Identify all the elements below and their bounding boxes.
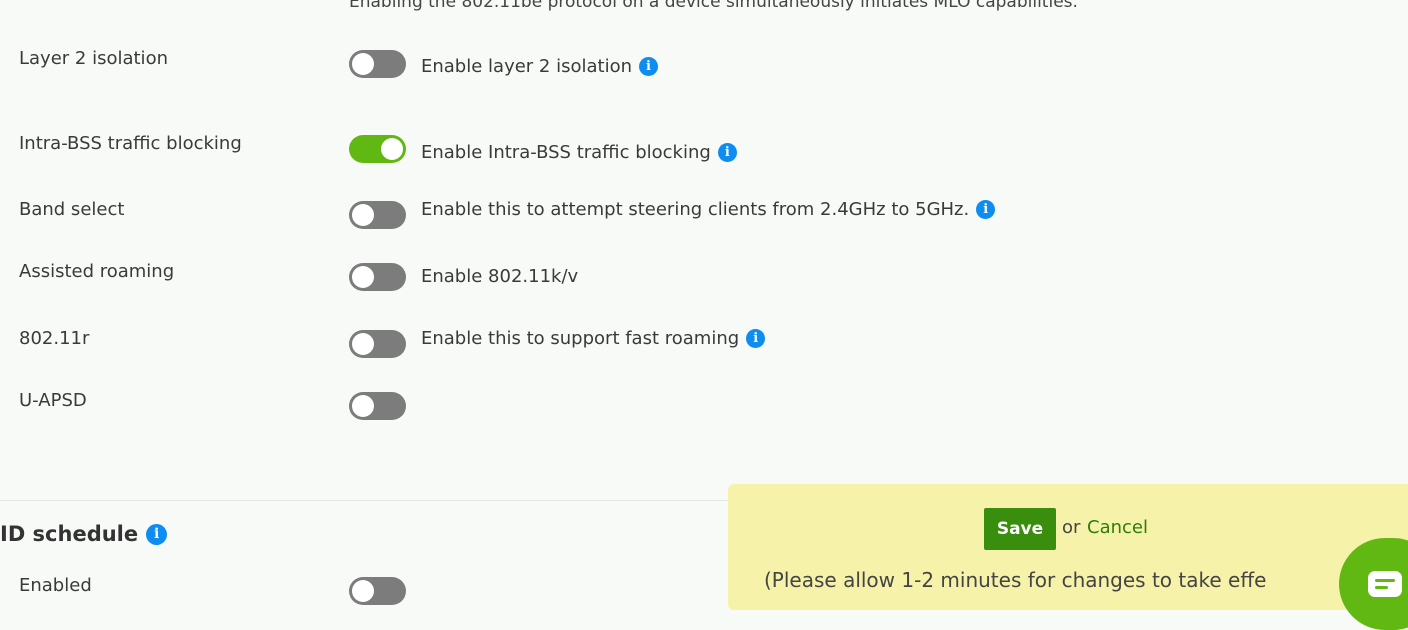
toggle-knob	[352, 333, 374, 355]
fast-roaming-toggle[interactable]	[349, 330, 406, 358]
schedule-section-title: ID schedule i	[0, 522, 168, 546]
fast-roaming-label: 802.11r	[19, 328, 90, 349]
info-icon[interactable]: i	[746, 329, 766, 348]
layer2-isolation-label: Layer 2 isolation	[19, 48, 168, 69]
u-apsd-label: U-APSD	[19, 390, 87, 411]
layer2-isolation-toggle[interactable]	[349, 50, 406, 78]
fast-roaming-desc-text: Enable this to support fast roaming	[421, 328, 740, 349]
info-icon[interactable]: i	[976, 200, 996, 219]
or-text: or	[1062, 517, 1081, 538]
fast-roaming-desc: Enable this to support fast roaming i	[421, 328, 766, 349]
toggle-knob	[381, 138, 403, 160]
schedule-title-text: ID schedule	[0, 522, 139, 546]
toggle-knob	[352, 204, 374, 226]
save-bar: Save or Cancel (Please allow 1-2 minutes…	[728, 484, 1408, 610]
info-icon[interactable]: i	[639, 57, 658, 76]
intra-bss-desc: Enable Intra-BSS traffic blocking i	[421, 142, 737, 163]
mlo-note: Enabling the 802.11be protocol on a devi…	[349, 0, 1078, 12]
assisted-roaming-desc: Enable 802.11k/v	[421, 266, 578, 287]
intra-bss-desc-text: Enable Intra-BSS traffic blocking	[421, 142, 711, 163]
toggle-knob	[352, 266, 374, 288]
cancel-link[interactable]: Cancel	[1087, 517, 1148, 538]
schedule-enabled-toggle[interactable]	[349, 577, 406, 605]
intra-bss-label: Intra-BSS traffic blocking	[19, 133, 242, 154]
assisted-roaming-toggle[interactable]	[349, 263, 406, 291]
assisted-roaming-label: Assisted roaming	[19, 261, 175, 282]
chat-icon	[1368, 571, 1402, 597]
band-select-toggle[interactable]	[349, 201, 406, 229]
schedule-enabled-label: Enabled	[19, 575, 92, 596]
toggle-knob	[352, 580, 374, 602]
u-apsd-toggle[interactable]	[349, 392, 406, 420]
section-divider	[0, 500, 728, 501]
band-select-desc-text: Enable this to attempt steering clients …	[421, 199, 970, 220]
toggle-knob	[352, 395, 374, 417]
toggle-knob	[352, 53, 374, 75]
layer2-isolation-desc: Enable layer 2 isolation i	[421, 56, 658, 77]
info-icon[interactable]: i	[146, 523, 168, 545]
band-select-label: Band select	[19, 199, 125, 220]
assisted-roaming-desc-text: Enable 802.11k/v	[421, 266, 579, 287]
save-notice: (Please allow 1-2 minutes for changes to…	[764, 568, 1267, 592]
band-select-desc: Enable this to attempt steering clients …	[421, 199, 996, 220]
info-icon[interactable]: i	[717, 143, 737, 162]
layer2-isolation-desc-text: Enable layer 2 isolation	[421, 56, 632, 77]
intra-bss-toggle[interactable]	[349, 135, 406, 163]
save-button[interactable]: Save	[984, 508, 1056, 550]
